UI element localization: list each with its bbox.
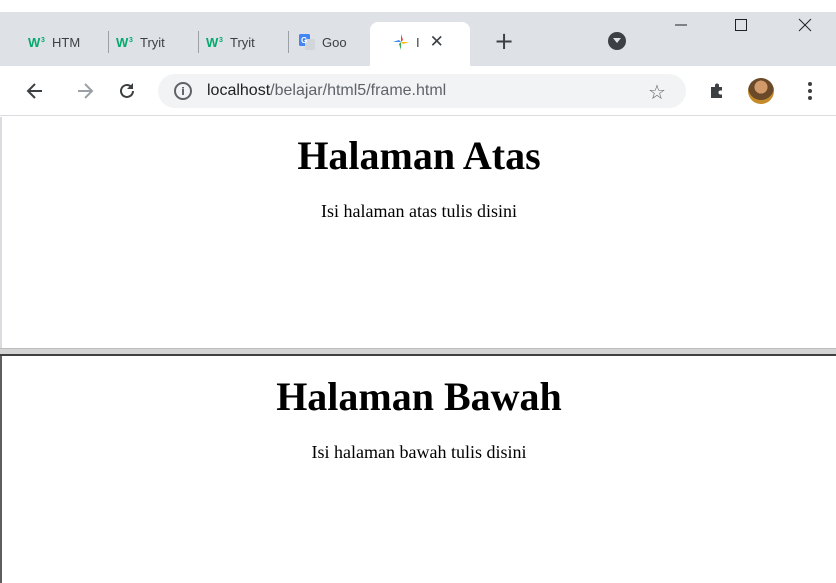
- maximize-icon: [735, 19, 747, 31]
- svg-text:3: 3: [219, 37, 223, 44]
- new-tab-button[interactable]: +: [490, 27, 518, 55]
- tab-google[interactable]: G Goo: [298, 26, 364, 58]
- svg-text:3: 3: [41, 37, 45, 44]
- back-button[interactable]: [22, 78, 48, 104]
- bookmark-star-icon[interactable]: ☆: [648, 80, 666, 104]
- w3schools-icon: W3: [116, 35, 134, 49]
- tab-label: HTM: [52, 34, 81, 50]
- svg-text:W: W: [28, 36, 41, 48]
- reload-button[interactable]: [114, 78, 140, 104]
- minimize-button[interactable]: [658, 10, 704, 40]
- url-text[interactable]: localhost/belajar/html5/frame.html: [207, 82, 446, 100]
- arrow-left-icon: [26, 83, 42, 99]
- tab-separator: [108, 31, 109, 53]
- w3schools-icon: W3: [28, 35, 46, 49]
- bottom-frame: Halaman Bawah Isi halaman bawah tulis di…: [0, 356, 836, 583]
- tab-frame-active[interactable]: I ✕: [392, 26, 464, 58]
- close-window-button[interactable]: [782, 10, 828, 40]
- tab-label: Goo: [322, 34, 347, 50]
- frame-resize-border[interactable]: [0, 348, 836, 356]
- w3schools-icon: W3: [206, 35, 224, 49]
- close-tab-icon[interactable]: ✕: [430, 32, 444, 52]
- extensions-button[interactable]: [704, 78, 730, 104]
- bottom-frame-heading: Halaman Bawah: [276, 374, 562, 419]
- info-icon[interactable]: i: [174, 82, 192, 100]
- window-top-edge: [0, 0, 836, 12]
- url-host: localhost: [207, 82, 271, 99]
- tab-search-icon[interactable]: [608, 32, 626, 50]
- tab-separator: [288, 31, 289, 53]
- svg-text:G: G: [301, 36, 307, 45]
- top-frame-heading: Halaman Atas: [297, 133, 541, 178]
- address-bar[interactable]: i localhost/belajar/html5/frame.html ☆: [158, 74, 686, 108]
- minimize-icon: [675, 24, 687, 26]
- avatar[interactable]: [748, 78, 774, 104]
- tab-label: I: [416, 34, 420, 50]
- top-frame: Halaman Atas Isi halaman atas tulis disi…: [0, 117, 836, 348]
- tab-tryit-1[interactable]: W3 Tryit: [116, 26, 194, 58]
- tab-tryit-2[interactable]: W3 Tryit: [206, 26, 284, 58]
- svg-text:3: 3: [129, 37, 133, 44]
- browser-toolbar: i localhost/belajar/html5/frame.html ☆: [0, 66, 836, 116]
- svg-text:W: W: [206, 36, 219, 48]
- tab-strip: W3 HTM W3 Tryit W3 Tryit G Goo I ✕ +: [0, 0, 836, 66]
- tab-label: Tryit: [140, 34, 165, 50]
- reload-icon: [120, 83, 134, 98]
- url-path: /belajar/html5/frame.html: [270, 82, 447, 99]
- tab-separator: [198, 31, 199, 53]
- google-translate-icon: G: [298, 34, 316, 50]
- puzzle-piece-icon: [711, 83, 722, 98]
- tab-htm[interactable]: W3 HTM: [28, 26, 102, 58]
- svg-text:W: W: [116, 36, 129, 48]
- arrow-right-icon: [78, 83, 94, 99]
- pinwheel-icon: [392, 34, 410, 50]
- top-frame-text: Isi halaman atas tulis disini: [321, 201, 517, 221]
- bottom-frame-text: Isi halaman bawah tulis disini: [311, 442, 527, 462]
- maximize-button[interactable]: [718, 10, 764, 40]
- close-icon: [798, 18, 812, 32]
- forward-button[interactable]: [72, 78, 98, 104]
- tab-label: Tryit: [230, 34, 255, 50]
- more-menu-icon[interactable]: [800, 78, 820, 104]
